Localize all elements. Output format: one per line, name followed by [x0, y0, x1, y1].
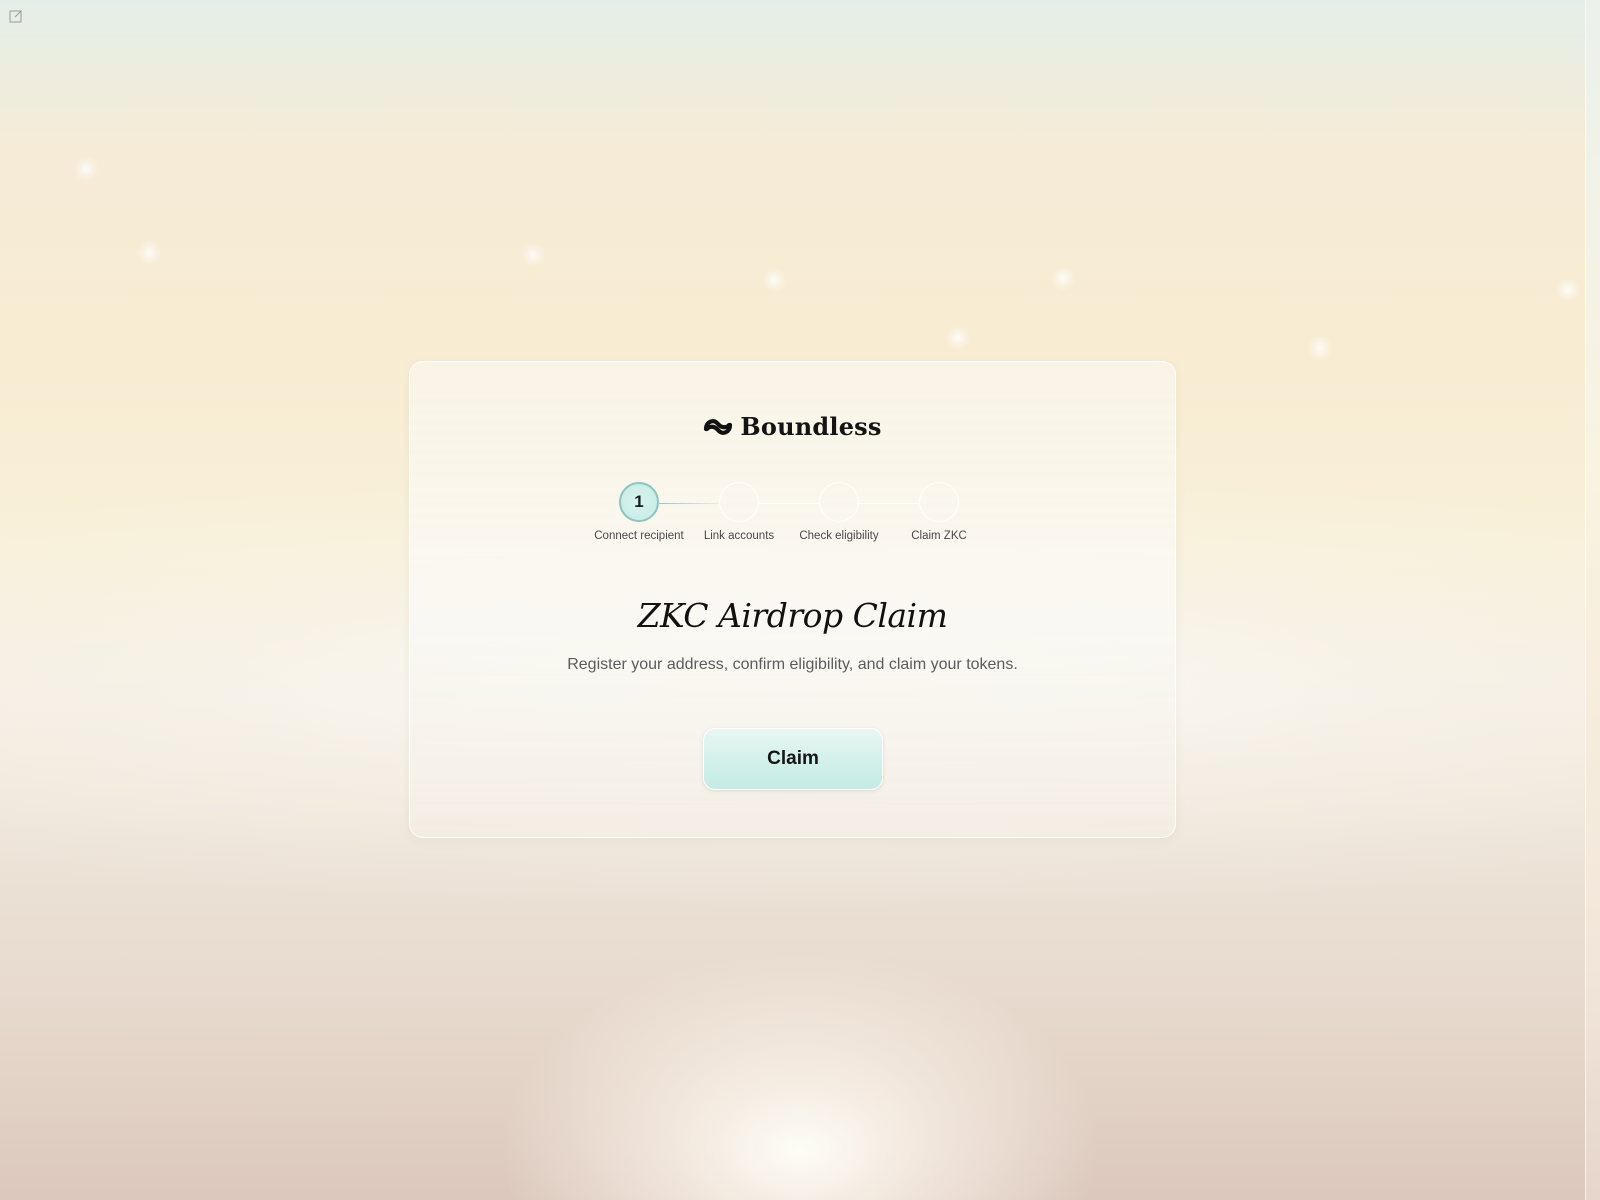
step-link-accounts: Link accounts: [684, 482, 794, 542]
sparkle-decoration: [136, 240, 162, 266]
sparkle-decoration: [1555, 277, 1581, 303]
sparkle-decoration: [945, 325, 971, 351]
scrollbar-track[interactable]: [1585, 0, 1600, 1200]
page-subtitle: Register your address, confirm eligibili…: [567, 656, 1018, 673]
step-label: Check eligibility: [799, 530, 879, 542]
step-check-eligibility: Check eligibility: [784, 482, 894, 542]
step-connect-recipient: 1 Connect recipient: [584, 482, 694, 542]
step-label: Claim ZKC: [911, 530, 967, 542]
sparkle-decoration: [1307, 335, 1333, 361]
step-indicator: [919, 482, 959, 522]
boundless-logo-icon: [704, 418, 733, 435]
step-label: Link accounts: [703, 530, 775, 542]
sparkle-decoration: [1050, 265, 1076, 291]
step-indicator: 1: [619, 482, 659, 522]
sparkle-decoration: [73, 156, 99, 182]
airdrop-page: Boundless 1 Connect recipient Link accou…: [0, 0, 1600, 1200]
progress-stepper: 1 Connect recipient Link accounts Check …: [584, 482, 984, 552]
external-link-icon[interactable]: [9, 9, 23, 23]
step-indicator: [719, 482, 759, 522]
step-label: Connect recipient: [594, 530, 684, 542]
sparkle-decoration: [761, 267, 787, 293]
step-claim-zkc: Claim ZKC: [884, 482, 994, 542]
sparkle-decoration: [520, 242, 546, 268]
claim-card: Boundless 1 Connect recipient Link accou…: [409, 361, 1176, 838]
brand-header: Boundless: [410, 412, 1175, 441]
page-title: ZKC Airdrop Claim: [637, 596, 948, 635]
claim-button[interactable]: Claim: [703, 728, 883, 790]
step-indicator: [819, 482, 859, 522]
brand-name: Boundless: [740, 412, 882, 441]
